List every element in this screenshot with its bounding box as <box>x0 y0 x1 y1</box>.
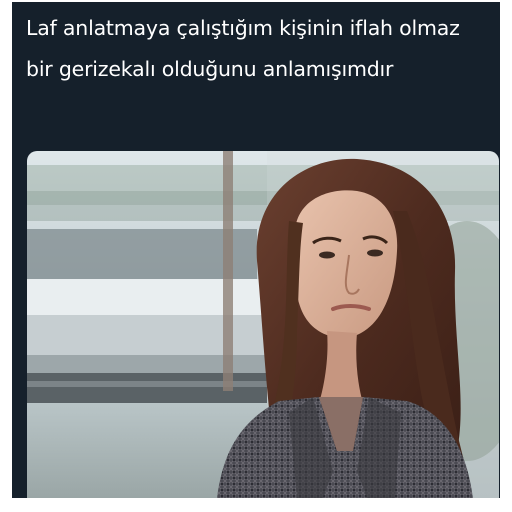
tweet-card: Laf anlatmaya çalıştığım kişinin iflah o… <box>12 2 500 498</box>
media-photo <box>27 151 499 498</box>
tweet-media[interactable] <box>27 151 499 498</box>
tweet-text: Laf anlatmaya çalıştığım kişinin iflah o… <box>26 16 460 81</box>
